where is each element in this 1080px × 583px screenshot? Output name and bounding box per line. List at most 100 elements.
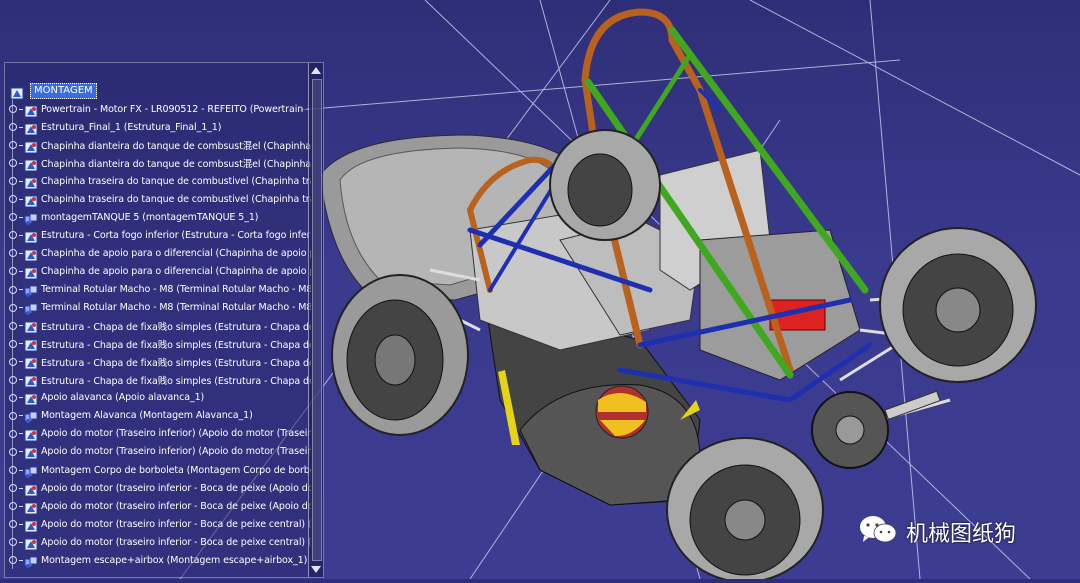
tree-item[interactable]: Estrutura - Chapa de fixa贱o simples (Est… <box>9 372 311 388</box>
product-icon <box>24 103 38 117</box>
expand-node-icon[interactable] <box>9 538 17 547</box>
tree-branch-line <box>19 289 23 290</box>
assembly-icon <box>24 554 38 568</box>
assembly-icon <box>24 464 38 478</box>
tree-branch-line <box>19 361 23 363</box>
tree-item[interactable]: Montagem Corpo de borboleta (Montagem Co… <box>9 462 311 478</box>
tree-branch-line <box>19 343 23 345</box>
expand-node-icon[interactable] <box>9 393 17 402</box>
expand-node-icon[interactable] <box>9 556 17 565</box>
tree-item[interactable]: Estrutura - Chapa de fixa贱o simples (Est… <box>9 336 311 352</box>
tree-scrollbar[interactable] <box>308 63 323 577</box>
tree-item[interactable]: montagemTANQUE 5 (montagemTANQUE 5_1) <box>9 209 311 225</box>
expand-node-icon[interactable] <box>9 249 17 258</box>
tree-root[interactable]: MONTAGEM <box>9 83 97 99</box>
expand-node-icon[interactable] <box>9 267 17 276</box>
tree-item-label: Chapinha traseira do tanque de combustiv… <box>41 175 311 187</box>
tree-branch-line <box>19 505 23 507</box>
tree-item[interactable]: Apoio do motor (Traseiro inferior) (Apoi… <box>9 426 311 442</box>
expand-node-icon[interactable] <box>9 195 17 204</box>
tree-item[interactable]: Apoio do motor (traseiro inferior - Boca… <box>9 498 311 515</box>
product-icon <box>24 337 38 352</box>
tree-item[interactable]: Chapinha de apoio para o diferencial (Ch… <box>9 245 311 262</box>
tree-branch-line <box>19 325 23 327</box>
tree-item-label: Apoio do motor (traseiro inferior - Boca… <box>41 500 311 512</box>
tree-item[interactable]: Terminal Rotular Macho - M8 (Terminal Ro… <box>9 300 311 316</box>
tree-item[interactable]: Apoio do motor (traseiro inferior - Boca… <box>9 516 311 533</box>
expand-node-icon[interactable] <box>9 502 17 511</box>
tree-item[interactable]: Chapinha de apoio para o diferencial (Ch… <box>9 263 311 280</box>
product-icon <box>24 445 38 460</box>
wechat-icon <box>858 514 898 550</box>
expand-node-icon[interactable] <box>9 375 17 384</box>
tree-branch-line <box>19 541 23 543</box>
specification-tree[interactable]: MONTAGEM Powertrain - Motor FX - LR09051… <box>4 62 324 578</box>
tree-item[interactable]: Apoio do motor (Traseiro inferior) (Apoi… <box>9 444 311 460</box>
tree-item[interactable]: Apoio do motor (traseiro inferior - Boca… <box>9 480 311 497</box>
tree-item[interactable]: Apoio alavanca (Apoio alavanca_1) <box>9 390 311 406</box>
expand-node-icon[interactable] <box>9 213 17 222</box>
tree-branch-line <box>19 162 23 164</box>
tree-item[interactable]: Chapinha traseira do tanque de combustiv… <box>9 173 311 190</box>
tree-item-label: Chapinha dianteira do tanque de combsust… <box>41 141 311 153</box>
tree-branch-line <box>19 144 23 146</box>
product-icon <box>24 121 38 136</box>
tree-item[interactable]: Chapinha dianteira do tanque de combsust… <box>9 155 311 172</box>
tree-item[interactable]: Montagem Alavanca (Montagem Alavanca_1) <box>9 408 311 424</box>
tree-item-label: Terminal Rotular Macho - M8 (Terminal Ro… <box>41 302 311 314</box>
expand-node-icon[interactable] <box>9 141 17 150</box>
tree-item-label: Estrutura - Corta fogo inferior (Estrutu… <box>41 229 311 241</box>
expand-node-icon[interactable] <box>9 321 17 330</box>
scroll-thumb[interactable] <box>312 79 322 561</box>
product-icon <box>24 500 38 515</box>
differential <box>811 390 941 469</box>
expand-node-icon[interactable] <box>9 429 17 438</box>
expand-node-icon[interactable] <box>9 123 17 132</box>
tree-item[interactable]: Estrutura_Final_1 (Estrutura_Final_1_1) <box>9 119 311 136</box>
expand-node-icon[interactable] <box>9 231 17 240</box>
expand-node-icon[interactable] <box>9 357 17 366</box>
tree-item-label: Chapinha traseira do tanque de combustiv… <box>41 193 311 205</box>
expand-node-icon[interactable] <box>9 159 17 168</box>
tree-item[interactable]: Apoio do motor (traseiro inferior - Boca… <box>9 534 311 551</box>
expand-node-icon[interactable] <box>9 177 17 186</box>
expand-node-icon[interactable] <box>9 411 17 420</box>
tree-branch-line <box>19 126 23 128</box>
expand-node-icon[interactable] <box>9 105 17 113</box>
product-icon <box>24 427 38 442</box>
product-icon <box>24 391 38 406</box>
tree-branch-line <box>19 523 23 525</box>
tree-item[interactable]: Estrutura - Chapa de fixa贱o simples (Est… <box>9 354 311 370</box>
tree-branch-line <box>19 433 23 435</box>
expand-node-icon[interactable] <box>9 285 17 294</box>
tree-item-label: Apoio do motor (traseiro inferior - Boca… <box>41 518 311 530</box>
watermark: 机械图纸狗 <box>858 514 1016 550</box>
tree-item[interactable]: Chapinha dianteira do tanque de combsust… <box>9 137 311 154</box>
tree-item-label: Estrutura - Chapa de fixa贱o simples (Est… <box>41 375 311 387</box>
expand-node-icon[interactable] <box>9 484 17 493</box>
expand-node-icon[interactable] <box>9 466 17 474</box>
tree-root-label[interactable]: MONTAGEM <box>30 83 97 99</box>
tree-item-label: Estrutura_Final_1 (Estrutura_Final_1_1) <box>41 121 222 133</box>
scroll-down-icon[interactable] <box>311 566 321 573</box>
tree-item-label: montagemTANQUE 5 (montagemTANQUE 5_1) <box>41 211 259 223</box>
tree-branch-line <box>19 198 23 200</box>
expand-node-icon[interactable] <box>9 303 17 312</box>
tree-item[interactable]: Montagem escape+airbox (Montagem escape+… <box>9 552 311 568</box>
tree-item-label: Apoio do motor (Traseiro inferior) (Apoi… <box>41 428 311 440</box>
product-icon <box>24 247 38 262</box>
tree-item[interactable]: Estrutura - Chapa de fixa贱o simples (Est… <box>9 318 311 334</box>
expand-node-icon[interactable] <box>9 520 17 529</box>
product-icon <box>24 536 38 551</box>
tree-item-label: Montagem escape+airbox (Montagem escape+… <box>41 554 308 566</box>
tree-item-label: Montagem Alavanca (Montagem Alavanca_1) <box>41 410 253 422</box>
scroll-up-icon[interactable] <box>311 67 321 74</box>
product-icon <box>24 373 38 388</box>
tree-item[interactable]: Chapinha traseira do tanque de combustiv… <box>9 191 311 208</box>
expand-node-icon[interactable] <box>9 339 17 348</box>
tree-item[interactable]: Powertrain - Motor FX - LR090512 - REFEI… <box>9 101 311 117</box>
tree-item[interactable]: Terminal Rotular Macho - M8 (Terminal Ro… <box>9 282 311 298</box>
tree-branch-line <box>19 469 23 471</box>
tree-item[interactable]: Estrutura - Corta fogo inferior (Estrutu… <box>9 227 311 244</box>
expand-node-icon[interactable] <box>9 447 17 456</box>
